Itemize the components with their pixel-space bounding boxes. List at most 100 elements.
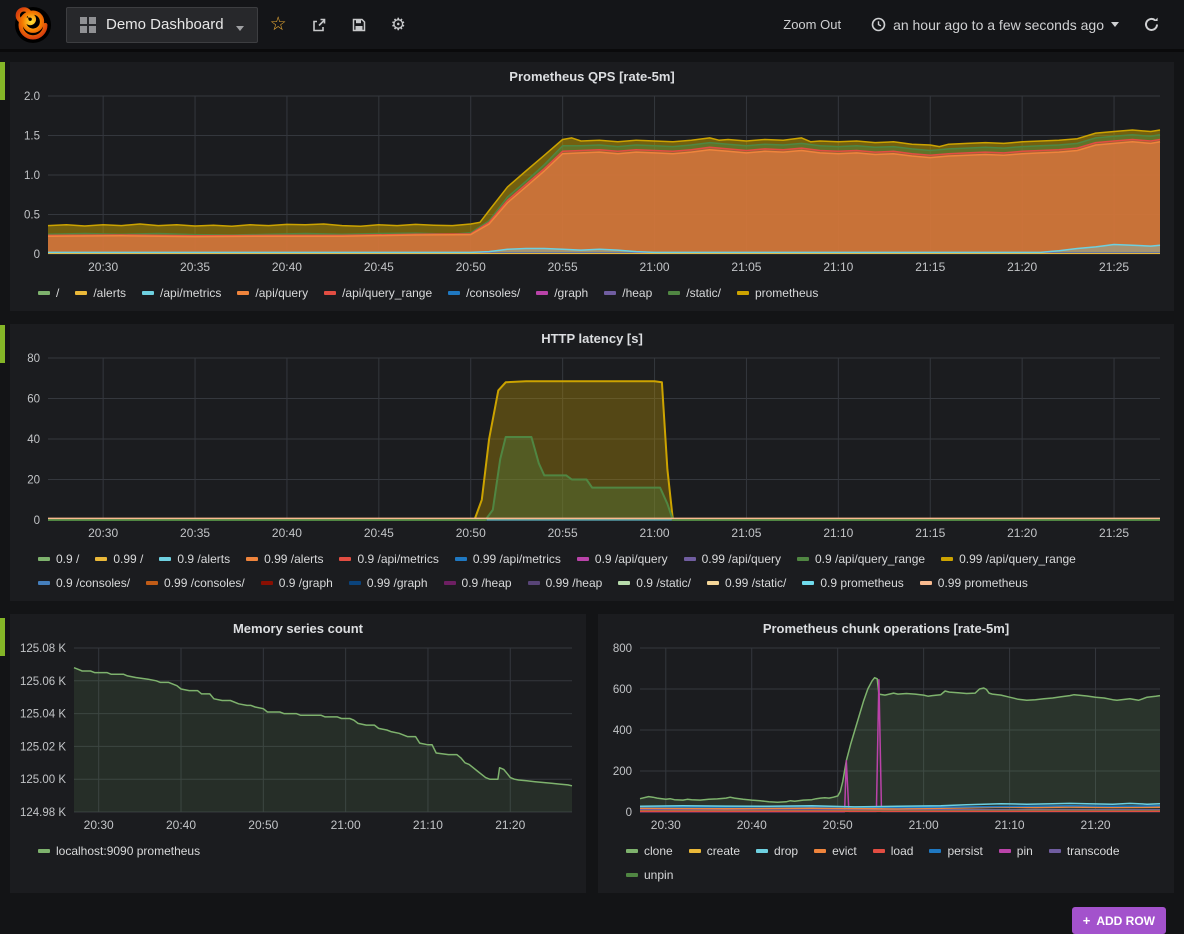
legend-item[interactable]: 0.99 /consoles/ <box>146 573 245 593</box>
svg-text:20:30: 20:30 <box>84 818 114 832</box>
legend-item[interactable]: 0.99 /api/query_range <box>941 549 1076 569</box>
legend-item[interactable]: clone <box>626 841 673 861</box>
svg-text:125.08 K: 125.08 K <box>20 643 66 655</box>
svg-text:21:10: 21:10 <box>823 260 853 274</box>
chunk-ops-legend: clone create drop evict load persist pin transc… <box>598 836 1174 893</box>
legend-item[interactable]: /consoles/ <box>448 283 520 303</box>
legend-item[interactable]: 0.9 /api/query <box>577 549 668 569</box>
legend-item[interactable]: 0.99 /graph <box>349 573 428 593</box>
svg-text:40: 40 <box>27 434 40 446</box>
svg-text:400: 400 <box>613 725 632 737</box>
legend-swatch <box>707 581 719 585</box>
legend-item[interactable]: 0.99 prometheus <box>920 573 1028 593</box>
svg-text:125.04 K: 125.04 K <box>20 709 66 721</box>
panel-title[interactable]: Prometheus chunk operations [rate-5m] <box>598 614 1174 640</box>
svg-text:0: 0 <box>626 807 632 819</box>
dashboard-picker-button[interactable]: Demo Dashboard <box>66 7 258 43</box>
legend-item[interactable]: prometheus <box>737 283 818 303</box>
legend-item[interactable]: 0.9 / <box>38 549 79 569</box>
svg-text:20:45: 20:45 <box>364 260 394 274</box>
share-button[interactable] <box>299 17 339 33</box>
svg-text:1.0: 1.0 <box>24 170 40 182</box>
svg-text:125.06 K: 125.06 K <box>20 676 66 688</box>
latency-legend: 0.9 / 0.99 / 0.9 /alerts 0.99 /alerts 0.9 /a… <box>10 544 1174 601</box>
svg-text:20:30: 20:30 <box>651 818 681 832</box>
legend-item[interactable]: 0.99 /static/ <box>707 573 786 593</box>
legend-item[interactable]: /api/query <box>237 283 308 303</box>
svg-text:21:20: 21:20 <box>495 818 525 832</box>
save-button[interactable] <box>339 17 379 33</box>
svg-text:21:25: 21:25 <box>1099 260 1129 274</box>
grafana-logo-icon <box>14 6 52 44</box>
star-button[interactable]: ☆ <box>258 15 299 34</box>
legend-item[interactable]: 0.99 /alerts <box>246 549 323 569</box>
add-row-button[interactable]: + ADD ROW <box>1072 907 1166 934</box>
svg-text:20:40: 20:40 <box>737 818 767 832</box>
svg-text:124.98 K: 124.98 K <box>20 807 66 819</box>
legend-swatch <box>668 291 680 295</box>
legend-item[interactable]: localhost:9090 prometheus <box>38 841 200 861</box>
refresh-button[interactable] <box>1133 16 1170 33</box>
legend-item[interactable]: 0.99 /api/metrics <box>455 549 561 569</box>
legend-item[interactable]: 0.9 /api/metrics <box>339 549 438 569</box>
panel-title[interactable]: HTTP latency [s] <box>10 324 1174 350</box>
zoom-out-button[interactable]: Zoom Out <box>767 17 857 32</box>
legend-item[interactable]: pin <box>999 841 1033 861</box>
legend-swatch <box>444 581 456 585</box>
legend-item[interactable]: load <box>873 841 914 861</box>
legend-swatch <box>756 849 768 853</box>
legend-item[interactable]: /static/ <box>668 283 721 303</box>
chunk-ops-chart[interactable]: 020040060080020:3020:4020:5021:0021:1021… <box>598 640 1174 836</box>
legend-item[interactable]: persist <box>929 841 982 861</box>
legend-item[interactable]: evict <box>814 841 857 861</box>
latency-chart[interactable]: 02040608020:3020:3520:4020:4520:5020:552… <box>10 350 1174 544</box>
svg-text:125.00 K: 125.00 K <box>20 774 66 786</box>
legend-item[interactable]: 0.9 /api/query_range <box>797 549 925 569</box>
panel-title[interactable]: Prometheus QPS [rate-5m] <box>10 62 1174 88</box>
legend-item[interactable]: /heap <box>604 283 652 303</box>
legend-swatch <box>528 581 540 585</box>
legend-swatch <box>626 849 638 853</box>
svg-text:21:00: 21:00 <box>331 818 361 832</box>
legend-item[interactable]: unpin <box>626 865 673 885</box>
legend-item[interactable]: 0.9 /heap <box>444 573 512 593</box>
legend-swatch <box>1049 849 1061 853</box>
panel-memory-series: Memory series count 124.98 K 125.00 K 125.… <box>10 614 586 893</box>
row-collapse-tab[interactable] <box>0 325 5 363</box>
legend-item[interactable]: 0.99 /api/query <box>684 549 781 569</box>
legend-item[interactable]: drop <box>756 841 798 861</box>
legend-item[interactable]: create <box>689 841 740 861</box>
legend-item[interactable]: 0.9 /consoles/ <box>38 573 130 593</box>
clock-icon <box>871 17 886 32</box>
qps-chart[interactable]: 00.51.01.52.020:3020:3520:4020:4520:5020… <box>10 88 1174 278</box>
svg-text:20:40: 20:40 <box>272 526 302 540</box>
svg-text:0: 0 <box>34 515 40 527</box>
panel-title[interactable]: Memory series count <box>10 614 586 640</box>
legend-item[interactable]: /api/query_range <box>324 283 432 303</box>
legend-swatch <box>604 291 616 295</box>
legend-item[interactable]: /graph <box>536 283 588 303</box>
memory-chart[interactable]: 124.98 K125.00 K125.02 K125.04 K125.06 K… <box>10 640 586 836</box>
legend-item[interactable]: /api/metrics <box>142 283 221 303</box>
svg-text:20:45: 20:45 <box>364 526 394 540</box>
legend-swatch <box>38 557 50 561</box>
svg-text:80: 80 <box>27 353 40 365</box>
legend-item[interactable]: 0.9 prometheus <box>802 573 903 593</box>
legend-swatch <box>349 581 361 585</box>
legend-item[interactable]: 0.99 / <box>95 549 143 569</box>
svg-text:0: 0 <box>34 249 40 261</box>
time-picker-button[interactable]: an hour ago to a few seconds ago <box>857 17 1133 33</box>
legend-item[interactable]: 0.99 /heap <box>528 573 603 593</box>
row-collapse-tab[interactable] <box>0 62 5 100</box>
legend-item[interactable]: /alerts <box>75 283 126 303</box>
legend-item[interactable]: / <box>38 283 59 303</box>
legend-item[interactable]: 0.9 /static/ <box>618 573 691 593</box>
legend-swatch <box>237 291 249 295</box>
settings-button[interactable]: ⚙ <box>379 16 418 33</box>
legend-item[interactable]: 0.9 /alerts <box>159 549 230 569</box>
legend-item[interactable]: transcode <box>1049 841 1120 861</box>
row-collapse-tab[interactable] <box>0 618 5 656</box>
svg-text:20:55: 20:55 <box>548 526 578 540</box>
legend-swatch <box>626 873 638 877</box>
legend-item[interactable]: 0.9 /graph <box>261 573 333 593</box>
